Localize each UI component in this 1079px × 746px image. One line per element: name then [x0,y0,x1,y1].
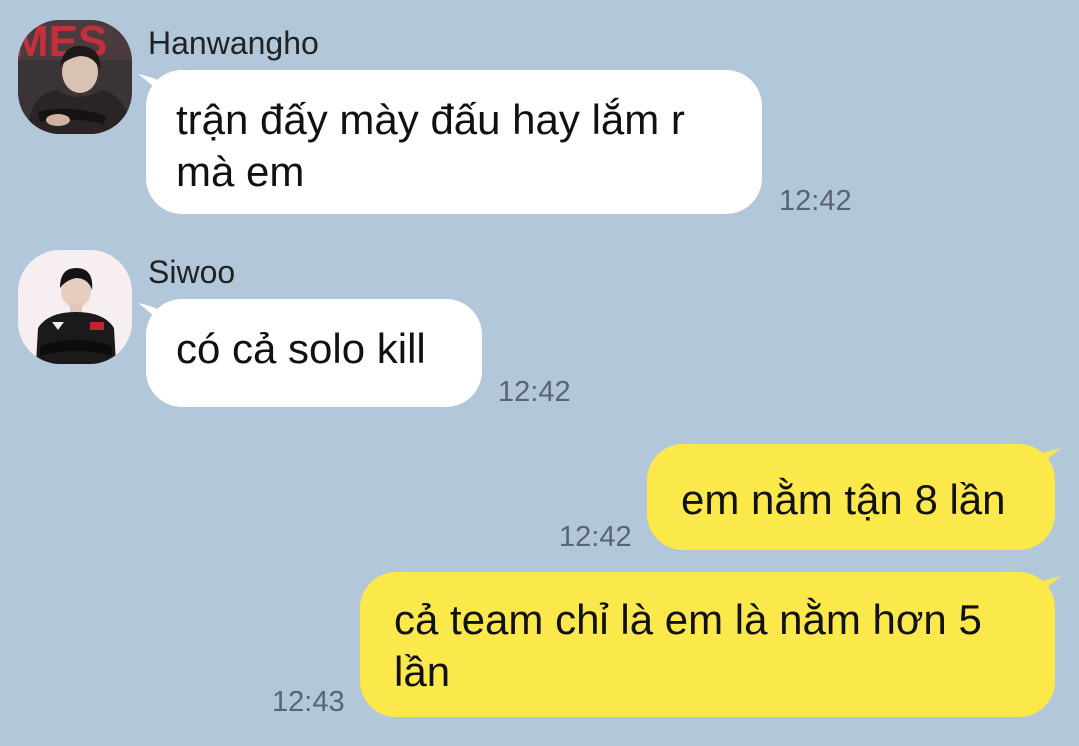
message-timestamp: 12:42 [779,185,852,217]
message-text: trận đấy mày đấu hay lắm r mà em [176,96,685,195]
message-text: cả team chỉ là em là nằm hơn 5 lần [394,596,982,695]
message-text: có cả solo kill [176,325,426,372]
message-text: em nằm tận 8 lần [681,476,1006,523]
message-timestamp: 12:42 [498,376,571,408]
sender-name: Hanwangho [148,25,319,61]
message-bubble[interactable]: có cả solo kill [146,299,482,407]
sender-name: Siwoo [148,254,236,290]
chat-view[interactable]: MES Hanwangho trận đấy mày đấu hay lắm r… [0,0,1079,746]
message-bubble[interactable]: em nằm tận 8 lần [647,444,1055,550]
message-bubble[interactable]: trận đấy mày đấu hay lắm r mà em [146,70,762,214]
hanwangho-avatar[interactable]: MES [18,20,132,134]
message-bubble[interactable]: cả team chỉ là em là nằm hơn 5 lần [360,572,1055,717]
bubble-tail [1033,448,1061,474]
message-timestamp: 12:43 [272,686,345,718]
siwoo-avatar[interactable] [18,250,132,364]
message-timestamp: 12:42 [559,521,632,553]
bubble-tail [1033,576,1061,602]
